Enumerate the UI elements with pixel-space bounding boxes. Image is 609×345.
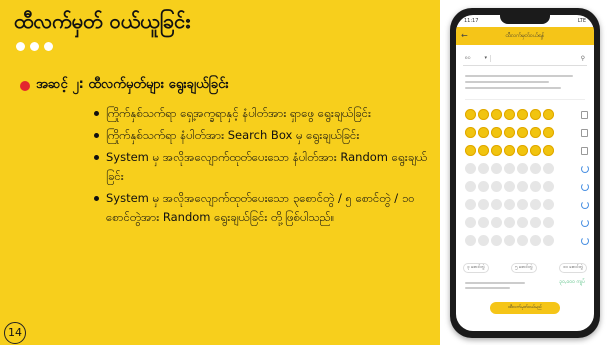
red-bullet-icon <box>20 80 30 91</box>
trash-icon[interactable] <box>581 110 588 119</box>
text-panel: ထီလက်မှတ် ဝယ်ယူခြင်း အဆင့် ၂: ထီလက်မှတ်မ… <box>0 0 440 345</box>
status-network: LTE <box>577 18 586 24</box>
phone-notch <box>500 15 550 24</box>
instructions-note <box>465 71 585 100</box>
bullet-item: ကြိုက်နှစ်သက်ရာ နံပါတ်အား Search Box မှ … <box>94 126 434 145</box>
bullet-list: ကြိုက်နှစ်သက်ရာ ရှေ့အက္ခရာနှင့် နံပါတ်အာ… <box>94 104 434 230</box>
bullet-item: ကြိုက်နှစ်သက်ရာ ရှေ့အက္ခရာနှင့် နံပါတ်အာ… <box>94 104 434 123</box>
phone-screen: 11:17 LTE ← ထီလက်မှတ်ဝယ်ရန် ၈၀ ▾ ⚲ ၃ စော… <box>456 15 594 331</box>
status-time: 11:17 <box>464 18 479 24</box>
ticket-row[interactable] <box>465 125 589 140</box>
ticket-row[interactable] <box>465 161 589 176</box>
ticket-row[interactable] <box>465 179 589 194</box>
search-bar[interactable]: ၈၀ ▾ ⚲ <box>463 51 587 66</box>
refresh-icon[interactable] <box>581 236 589 245</box>
ticket-row[interactable] <box>465 233 589 248</box>
prefix-value: ၈၀ <box>465 54 471 61</box>
number-ball-rows <box>465 107 589 251</box>
ticket-row[interactable] <box>465 143 589 158</box>
refresh-icon[interactable] <box>581 164 589 173</box>
bundle-10-button[interactable]: ၁၀ စောင်တွဲ <box>558 263 587 273</box>
screen-title: ထီလက်မှတ်ဝယ်ရန် <box>505 33 545 39</box>
ticket-row[interactable] <box>465 107 589 122</box>
app-bar: ← ထီလက်မှတ်ဝယ်ရန် <box>456 27 594 45</box>
step-heading: အဆင့် ၂: ထီလက်မှတ်များ ရွေးချယ်ခြင်း <box>20 76 229 95</box>
bullet-item: System မှ အလိုအလျောက်ထုတ်ပေးသော ၃စောင်တွ… <box>94 189 434 227</box>
buy-ticket-button[interactable]: ထီလက်မှတ်ဝယ်မည် <box>490 302 560 314</box>
ticket-row[interactable] <box>465 215 589 230</box>
bundle-3-button[interactable]: ၃ စောင်တွဲ <box>463 263 489 273</box>
trash-icon[interactable] <box>581 146 588 155</box>
back-arrow-icon[interactable]: ← <box>461 31 468 40</box>
bundle-5-button[interactable]: ၅ စောင်တွဲ <box>510 263 537 273</box>
decorative-dots <box>16 42 53 51</box>
ticket-row[interactable] <box>465 197 589 212</box>
total-amount: ၃၀,၀၀၀ ကျပ် <box>559 279 585 285</box>
search-icon[interactable]: ⚲ <box>581 55 587 62</box>
slide-title: ထီလက်မှတ် ဝယ်ယူခြင်း <box>14 9 191 33</box>
refresh-icon[interactable] <box>581 200 589 209</box>
refresh-icon[interactable] <box>581 182 589 191</box>
trash-icon[interactable] <box>581 128 588 137</box>
step-heading-text: အဆင့် ၂: ထီလက်မှတ်များ ရွေးချယ်ခြင်း <box>36 77 229 92</box>
prefix-select[interactable]: ၈၀ ▾ <box>463 54 491 62</box>
bullet-item: System မှ အလိုအလျောက်ထုတ်ပေးသော နံပါတ်အာ… <box>94 148 434 186</box>
page-number: 14 <box>4 322 26 344</box>
total-summary: ၃၀,၀၀၀ ကျပ် <box>465 279 585 295</box>
refresh-icon[interactable] <box>581 218 589 227</box>
bundle-pills: ၃ စောင်တွဲ ၅ စောင်တွဲ ၁၀ စောင်တွဲ <box>463 263 587 273</box>
phone-mockup: 11:17 LTE ← ထီလက်မှတ်ဝယ်ရန် ၈၀ ▾ ⚲ ၃ စော… <box>450 8 600 338</box>
chevron-down-icon: ▾ <box>484 54 487 61</box>
lottery-tutorial-slide: ထီလက်မှတ် ဝယ်ယူခြင်း အဆင့် ၂: ထီလက်မှတ်မ… <box>0 0 609 345</box>
